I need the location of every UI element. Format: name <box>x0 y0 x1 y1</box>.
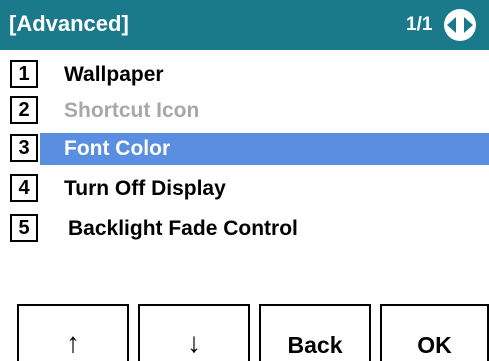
left-right-arrows-icon[interactable] <box>444 9 476 41</box>
down-button[interactable]: ↓ <box>138 304 250 361</box>
menu-item-label: Wallpaper <box>64 63 164 86</box>
menu-item-number: 4 <box>10 174 38 202</box>
down-arrow-icon: ↓ <box>187 327 201 358</box>
menu-item-number: 2 <box>10 96 38 124</box>
back-button[interactable]: Back <box>259 304 371 361</box>
back-button-label: Back <box>287 332 343 358</box>
menu-item-number: 5 <box>10 214 38 242</box>
menu-item-label: Shortcut Icon <box>64 99 200 122</box>
menu-item-turn-off-display[interactable]: 4 Turn Off Display <box>0 172 489 208</box>
ok-button-label: OK <box>417 332 452 358</box>
menu-item-label: Backlight Fade Control <box>68 217 298 240</box>
page-indicator: 1/1 <box>406 14 433 35</box>
menu-item-label: Font Color <box>64 137 171 160</box>
up-button[interactable]: ↑ <box>17 304 129 361</box>
up-arrow-icon: ↑ <box>66 327 80 358</box>
menu-item-shortcut-icon[interactable]: 2 Shortcut Icon <box>0 94 489 130</box>
title-bar: [Advanced] 1/1 <box>0 0 489 50</box>
menu-item-label: Turn Off Display <box>64 177 226 200</box>
menu-item-font-color[interactable]: 3 Font Color <box>0 132 489 168</box>
menu-item-backlight-fade-control[interactable]: 5 Backlight Fade Control <box>0 212 489 248</box>
menu-item-number: 1 <box>10 60 38 88</box>
ok-button[interactable]: OK <box>380 304 489 361</box>
menu-item-number: 3 <box>10 134 38 162</box>
menu-item-wallpaper[interactable]: 1 Wallpaper <box>0 58 489 94</box>
page-title: [Advanced] <box>9 11 129 36</box>
